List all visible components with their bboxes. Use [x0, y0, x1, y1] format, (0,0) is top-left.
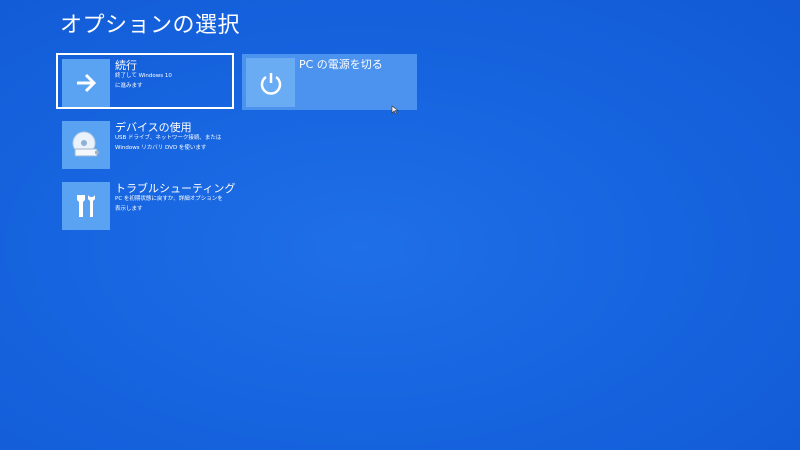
- disc-drive-icon: [62, 121, 110, 169]
- use-device-option[interactable]: デバイスの使用 USB ドライブ、ネットワーク接続、または Windows リカ…: [58, 117, 236, 173]
- use-device-option-title: デバイスの使用: [115, 121, 192, 134]
- arrow-right-icon: [62, 59, 110, 107]
- page-title: オプションの選択: [60, 13, 241, 38]
- troubleshoot-option-description: PC を初期状態に戻すか、詳細オプションを 表示します: [115, 196, 223, 212]
- continue-option-title: 続行: [115, 59, 137, 72]
- use-device-option-description: USB ドライブ、ネットワーク接続、または Windows リカバリ DVD を…: [115, 135, 222, 151]
- troubleshoot-option-title: トラブルシューティング: [115, 182, 236, 195]
- continue-option[interactable]: 続行 終了して Windows 10 に進みます: [56, 53, 234, 109]
- troubleshoot-option[interactable]: トラブルシューティング PC を初期状態に戻すか、詳細オプションを 表示します: [58, 178, 236, 234]
- tools-icon: [62, 182, 110, 230]
- power-icon: [246, 58, 295, 107]
- mouse-cursor-icon: [391, 100, 401, 115]
- continue-option-description: 終了して Windows 10 に進みます: [115, 73, 172, 89]
- power-off-option-title: PC の電源を切る: [299, 58, 383, 71]
